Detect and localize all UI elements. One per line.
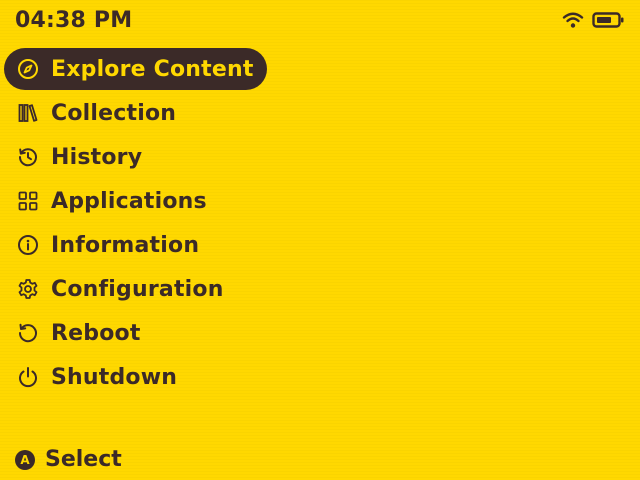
menu-item-applications[interactable]: Applications	[4, 180, 304, 222]
compass-icon	[17, 58, 39, 80]
gear-icon	[17, 278, 39, 300]
wifi-icon	[562, 11, 584, 29]
grid-icon	[17, 190, 39, 212]
menu-item-information[interactable]: Information	[4, 224, 304, 266]
select-hint: A Select	[15, 447, 122, 472]
clock: 04:38 PM	[15, 8, 133, 33]
menu-item-label: Information	[51, 232, 200, 258]
menu-item-label: Configuration	[51, 276, 224, 302]
books-icon	[17, 102, 39, 124]
status-bar: 04:38 PM	[0, 0, 640, 42]
menu-item-collection[interactable]: Collection	[4, 92, 304, 134]
main-menu: Explore Content Collection History Appli…	[4, 48, 304, 400]
reboot-icon	[17, 322, 39, 344]
battery-icon	[592, 11, 624, 29]
select-hint-label: Select	[45, 447, 122, 472]
menu-item-reboot[interactable]: Reboot	[4, 312, 304, 354]
menu-item-shutdown[interactable]: Shutdown	[4, 356, 304, 398]
menu-item-label: Applications	[51, 188, 207, 214]
menu-item-explore-content[interactable]: Explore Content	[4, 48, 267, 90]
status-icons	[562, 11, 624, 29]
menu-item-label: Shutdown	[51, 364, 178, 390]
a-button-icon: A	[15, 449, 35, 470]
menu-item-configuration[interactable]: Configuration	[4, 268, 304, 310]
history-icon	[17, 146, 39, 168]
menu-item-label: History	[51, 144, 143, 170]
info-icon	[17, 234, 39, 256]
menu-item-label: Reboot	[51, 320, 141, 346]
power-icon	[17, 366, 39, 388]
menu-item-label: Collection	[51, 100, 177, 126]
menu-item-history[interactable]: History	[4, 136, 304, 178]
menu-item-label: Explore Content	[51, 56, 254, 82]
